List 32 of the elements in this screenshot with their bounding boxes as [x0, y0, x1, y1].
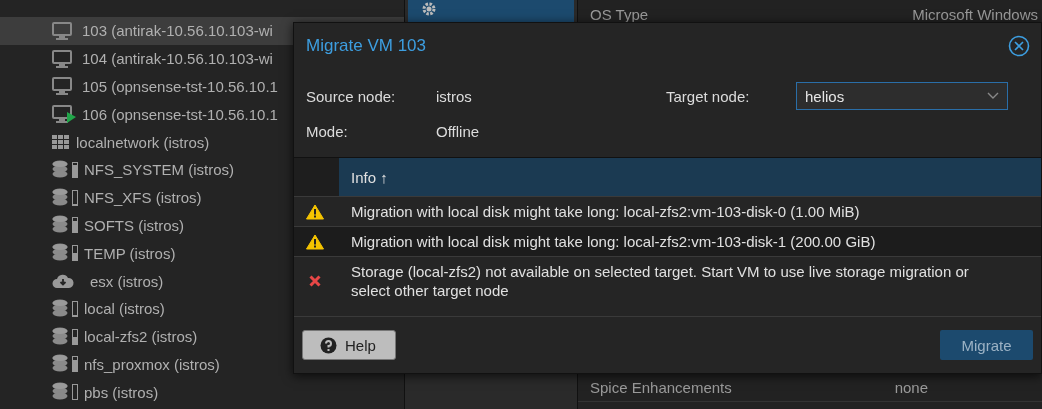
chevron-down-icon[interactable]	[987, 92, 999, 100]
warning-icon	[306, 203, 324, 220]
field-label: Mode:	[306, 122, 349, 142]
property-name: Spice Enhancements	[590, 378, 732, 396]
message-text: Storage (local-zfs2) not available on selected target. Start VM to use live storage migration or select other target node	[350, 262, 970, 301]
property-name: OS Type	[590, 5, 649, 23]
help-icon	[320, 336, 337, 354]
database-icon	[52, 159, 68, 180]
target-node-input[interactable]: helios	[805, 87, 955, 105]
property-value: Microsoft Windows	[912, 5, 1038, 23]
field-value: istros	[436, 87, 473, 107]
help-button[interactable]: Help	[302, 330, 396, 360]
grid-icon	[52, 134, 70, 151]
tree-item[interactable]: pbs (istros)	[0, 378, 404, 407]
error-icon	[309, 275, 321, 287]
database-icon	[52, 298, 68, 319]
database-icon	[52, 187, 68, 208]
database-icon	[52, 326, 68, 347]
property-value: none	[894, 378, 928, 396]
field-value: Offline	[436, 122, 481, 142]
message-text: Migration with local disk might take long: local-zfs2:vm-103-disk-1 (200.00 GiB)	[350, 232, 877, 252]
cloud-download-icon	[52, 273, 74, 290]
migrate-button[interactable]: Migrate	[940, 330, 1033, 360]
field-label: Target node:	[666, 87, 751, 107]
nav-item[interactable]	[408, 0, 574, 24]
warning-icon	[306, 233, 324, 250]
field-label: Source node:	[306, 87, 397, 107]
gear-icon	[422, 2, 436, 16]
column-header[interactable]: Info ↑	[339, 158, 1041, 196]
message-text: Migration with local disk might take long: local-zfs2:vm-103-disk-0 (1.00 MiB)	[350, 202, 861, 222]
target-node-combobox[interactable]: helios	[796, 82, 1008, 110]
close-button[interactable]	[1008, 35, 1030, 57]
